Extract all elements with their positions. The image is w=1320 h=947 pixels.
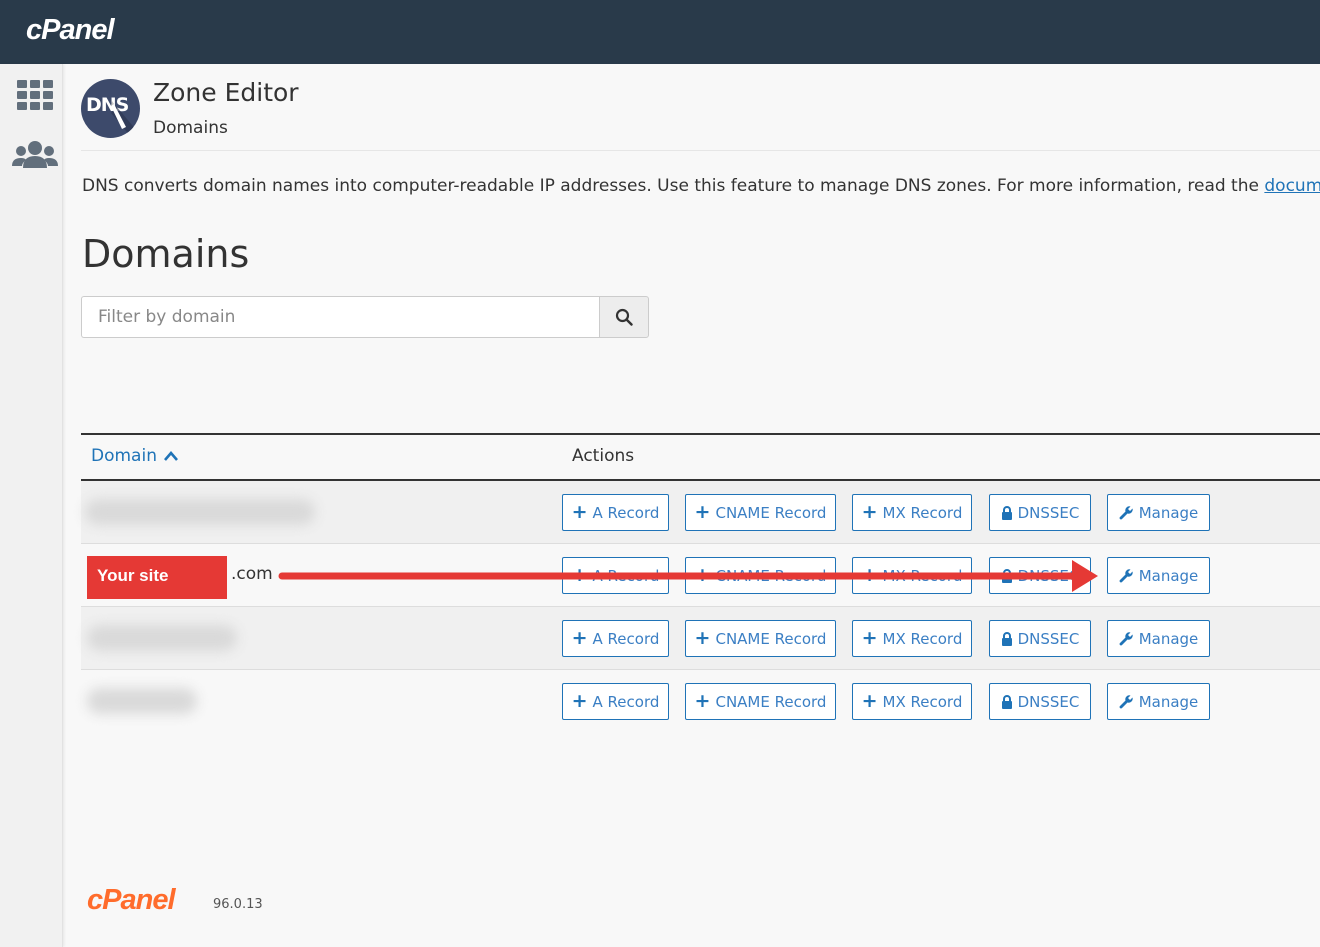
wrench-icon (1119, 569, 1133, 583)
add-mx-record-button[interactable]: +MX Record (852, 620, 972, 657)
cpanel-logo[interactable]: cPanel (26, 14, 114, 47)
actions-column-label: Actions (572, 446, 635, 466)
button-label: Manage (1138, 503, 1199, 522)
filter-group (81, 296, 649, 338)
manage-button[interactable]: Manage (1107, 557, 1210, 594)
lock-icon (1001, 694, 1012, 709)
add-cname-record-button[interactable]: +CNAME Record (685, 494, 836, 531)
plus-icon: + (861, 627, 878, 649)
button-label: CNAME Record (715, 692, 827, 711)
dnssec-button[interactable]: DNSSEC (989, 494, 1091, 531)
page-description: DNS converts domain names into computer-… (82, 176, 1320, 196)
domain-name: .com (231, 564, 273, 584)
sort-domain-header[interactable]: Domain (91, 446, 179, 466)
add-a-record-button[interactable]: +A Record (562, 683, 669, 720)
version-number: 96.0.13 (213, 897, 263, 912)
add-cname-record-button[interactable]: +CNAME Record (685, 620, 836, 657)
lock-icon (1001, 505, 1012, 520)
top-bar: cPanel (0, 0, 1320, 64)
button-label: Manage (1138, 566, 1199, 585)
plus-icon: + (694, 627, 711, 649)
table-row: + A Record + CNAME Record + MX Record DNSSE… (81, 670, 1320, 733)
redacted-domain (87, 688, 197, 714)
button-label: A Record (592, 503, 660, 522)
button-label: MX Record (882, 692, 963, 711)
arrow-annotation (278, 560, 1098, 592)
search-button[interactable] (599, 296, 649, 338)
button-label: DNSSEC (1017, 629, 1080, 648)
footer-cpanel-logo: cPanel (87, 884, 175, 916)
add-mx-record-button[interactable]: +MX Record (852, 683, 972, 720)
button-label: A Record (592, 629, 660, 648)
manage-button[interactable]: Manage (1107, 620, 1210, 657)
table-header: Domain Actions (81, 433, 1320, 481)
dns-icon: DNS (81, 79, 140, 138)
lock-icon (1001, 631, 1012, 646)
add-a-record-button[interactable]: +A Record (562, 494, 669, 531)
plus-icon: + (694, 690, 711, 712)
button-label: CNAME Record (715, 503, 827, 522)
wrench-icon (1119, 506, 1133, 520)
dnssec-button[interactable]: DNSSEC (989, 683, 1091, 720)
button-label: MX Record (882, 503, 963, 522)
button-label: MX Record (882, 629, 963, 648)
section-title: Domains (82, 232, 250, 276)
button-label: DNSSEC (1017, 503, 1080, 522)
grid-icon[interactable] (17, 80, 53, 110)
add-mx-record-button[interactable]: +MX Record (852, 494, 972, 531)
wrench-icon (1119, 695, 1133, 709)
search-icon (615, 308, 633, 326)
plus-icon: + (571, 501, 588, 523)
plus-icon: + (861, 501, 878, 523)
header-divider (81, 150, 1320, 151)
redacted-domain (87, 625, 237, 651)
manage-button[interactable]: Manage (1107, 683, 1210, 720)
documentation-link[interactable]: documentation (1264, 176, 1320, 196)
wrench-icon (1119, 632, 1133, 646)
button-label: Manage (1138, 692, 1199, 711)
table-row: + A Record + CNAME Record + MX Record DNSSE… (81, 607, 1320, 670)
button-label: Manage (1138, 629, 1199, 648)
manage-button[interactable]: Manage (1107, 494, 1210, 531)
chevron-up-icon (163, 451, 178, 461)
dnssec-button[interactable]: DNSSEC (989, 620, 1091, 657)
plus-icon: + (861, 690, 878, 712)
button-label: DNSSEC (1017, 692, 1080, 711)
plus-icon: + (571, 690, 588, 712)
description-text: DNS converts domain names into computer-… (82, 176, 1265, 196)
plus-icon: + (694, 501, 711, 523)
users-icon[interactable] (12, 138, 58, 172)
sidebar (0, 64, 63, 947)
add-a-record-button[interactable]: +A Record (562, 620, 669, 657)
page-title: Zone Editor (153, 78, 299, 107)
plus-icon: + (571, 627, 588, 649)
page-subtitle: Domains (153, 118, 228, 138)
table-row: + A Record + CNAME Record + MX Record DNSSE… (81, 481, 1320, 544)
domain-column-label: Domain (91, 446, 157, 466)
button-label: CNAME Record (715, 629, 827, 648)
redacted-domain (85, 499, 315, 525)
your-site-annotation: Your site (87, 556, 227, 599)
main-content: DNS Zone Editor Domains DNS converts dom… (63, 64, 1320, 947)
add-cname-record-button[interactable]: +CNAME Record (685, 683, 836, 720)
button-label: A Record (592, 692, 660, 711)
filter-input[interactable] (81, 296, 599, 338)
